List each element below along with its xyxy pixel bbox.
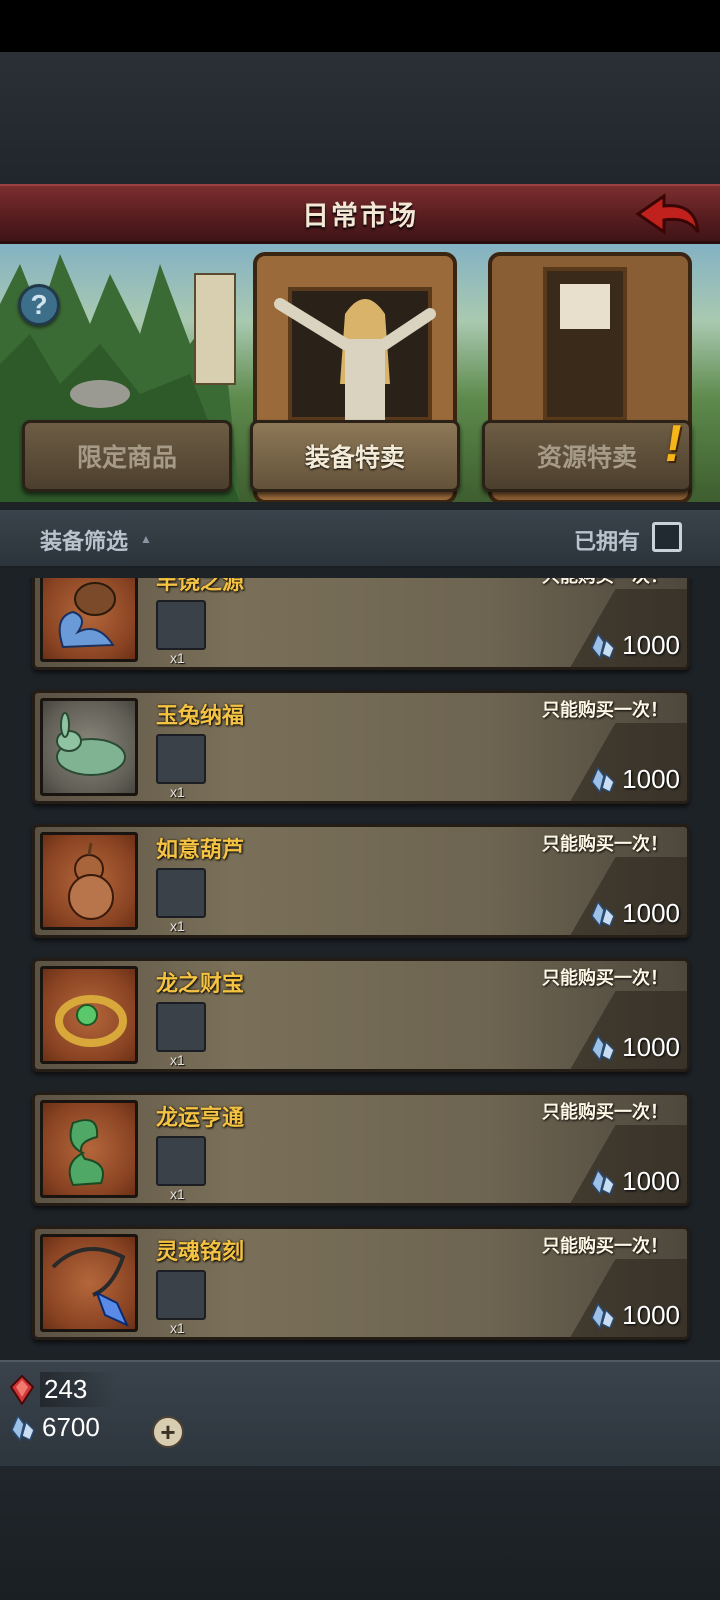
list-item[interactable]: 龙运亨通 只能购买一次！ x1 1000 xyxy=(32,1092,690,1206)
gem-balance: 243 xyxy=(10,1372,118,1407)
crystal-icon xyxy=(11,1414,35,1442)
price-value: 1000 xyxy=(622,1032,680,1062)
item-list[interactable]: 丰饶之源 只能购买一次！ x1 1000 玉兔纳福 只能购买一次！ x1 100… xyxy=(0,578,720,1358)
dragon-ring-icon xyxy=(40,966,138,1064)
tab-resource-sale[interactable]: 资源特卖 xyxy=(482,420,692,492)
jade-rabbit-icon xyxy=(40,698,138,796)
purchase-limit: 只能购买一次！ xyxy=(542,700,668,720)
gourd-icon xyxy=(40,832,138,930)
list-item[interactable]: 玉兔纳福 只能购买一次！ x1 1000 xyxy=(32,690,690,804)
shop-banner: ? 限定商品 装备特卖 资源特卖 ! xyxy=(0,244,720,502)
list-item[interactable]: 灵魂铭刻 只能购买一次！ x1 1000 xyxy=(32,1226,690,1340)
reward-jade-dragon-icon xyxy=(156,1136,206,1186)
price-value: 1000 xyxy=(622,898,680,928)
price-value: 1000 xyxy=(622,630,680,660)
crystal-icon xyxy=(591,766,616,794)
reward-quantity: x1 xyxy=(170,918,185,934)
reward-jade-rabbit-icon xyxy=(156,734,206,784)
top-backdrop xyxy=(0,52,720,184)
page-title: 日常市场 xyxy=(302,201,418,231)
crystal-icon xyxy=(591,1034,616,1062)
tab-equipment-sale[interactable]: 装备特卖 xyxy=(250,420,460,492)
price-value: 1000 xyxy=(622,764,680,794)
currency-bar: 243 6700 + xyxy=(0,1360,720,1466)
reward-crystal-pendant-icon xyxy=(156,1270,206,1320)
crystal-icon xyxy=(591,632,616,660)
back-arrow-icon[interactable] xyxy=(634,192,702,240)
item-name: 龙运亨通 xyxy=(156,1105,245,1130)
price-value: 1000 xyxy=(622,1300,680,1330)
purchase-limit: 只能购买一次！ xyxy=(542,834,668,854)
tab-limited-goods[interactable]: 限定商品 xyxy=(22,420,232,492)
price-button[interactable]: 1000 xyxy=(590,1032,680,1063)
list-item[interactable]: 丰饶之源 只能购买一次！ x1 1000 xyxy=(32,578,690,670)
reward-dragon-ring-icon xyxy=(156,1002,206,1052)
item-name: 丰饶之源 xyxy=(156,578,245,594)
caret-up-icon: ▲ xyxy=(140,532,152,546)
owned-checkbox[interactable] xyxy=(652,522,682,552)
title-bar: 日常市场 xyxy=(0,184,720,244)
item-name: 如意葫芦 xyxy=(156,837,245,862)
jade-dragon-icon xyxy=(40,1100,138,1198)
crystal-pendant-icon xyxy=(40,1234,138,1332)
purchase-limit: 只能购买一次！ xyxy=(542,1236,668,1256)
reward-water-vase-icon xyxy=(156,600,206,650)
price-value: 1000 xyxy=(622,1166,680,1196)
red-gem-icon xyxy=(10,1374,34,1405)
reward-quantity: x1 xyxy=(170,650,185,666)
item-name: 灵魂铭刻 xyxy=(156,1239,245,1264)
item-name: 玉兔纳福 xyxy=(156,703,245,728)
price-button[interactable]: 1000 xyxy=(590,630,680,661)
crystal-icon xyxy=(591,1302,616,1330)
tab-label: 装备特卖 xyxy=(304,444,405,472)
reward-quantity: x1 xyxy=(170,784,185,800)
help-icon: ? xyxy=(30,289,48,320)
crystal-icon xyxy=(591,1168,616,1196)
reward-gourd-icon xyxy=(156,868,206,918)
bottom-backdrop xyxy=(0,1466,720,1600)
gem-count: 243 xyxy=(44,1374,88,1404)
price-button[interactable]: 1000 xyxy=(590,898,680,929)
water-vase-icon xyxy=(40,578,138,662)
owned-label: 已拥有 xyxy=(574,529,641,554)
price-button[interactable]: 1000 xyxy=(590,1166,680,1197)
purchase-limit: 只能购买一次！ xyxy=(542,968,668,988)
price-button[interactable]: 1000 xyxy=(590,764,680,795)
add-crystals-button[interactable]: + xyxy=(152,1416,184,1448)
crystal-count: 6700 xyxy=(42,1412,100,1442)
filter-bar: 装备筛选 ▲ 已拥有 xyxy=(0,510,720,568)
reward-quantity: x1 xyxy=(170,1052,185,1068)
tab-label: 资源特卖 xyxy=(536,444,637,472)
crystal-icon xyxy=(591,900,616,928)
purchase-limit: 只能购买一次！ xyxy=(542,1102,668,1122)
purchase-limit: 只能购买一次！ xyxy=(542,578,668,588)
reward-quantity: x1 xyxy=(170,1186,185,1202)
crystal-balance: 6700 xyxy=(10,1412,100,1443)
list-item[interactable]: 如意葫芦 只能购买一次！ x1 1000 xyxy=(32,824,690,938)
list-item[interactable]: 龙之财宝 只能购买一次！ x1 1000 xyxy=(32,958,690,1072)
item-name: 龙之财宝 xyxy=(156,971,245,996)
price-button[interactable]: 1000 xyxy=(590,1300,680,1331)
tab-label: 限定商品 xyxy=(76,444,177,472)
status-bar xyxy=(0,0,720,52)
help-button[interactable]: ? xyxy=(18,284,60,326)
plus-icon: + xyxy=(160,1417,176,1447)
reward-quantity: x1 xyxy=(170,1320,185,1336)
equipment-filter-button[interactable]: 装备筛选 xyxy=(40,524,128,556)
